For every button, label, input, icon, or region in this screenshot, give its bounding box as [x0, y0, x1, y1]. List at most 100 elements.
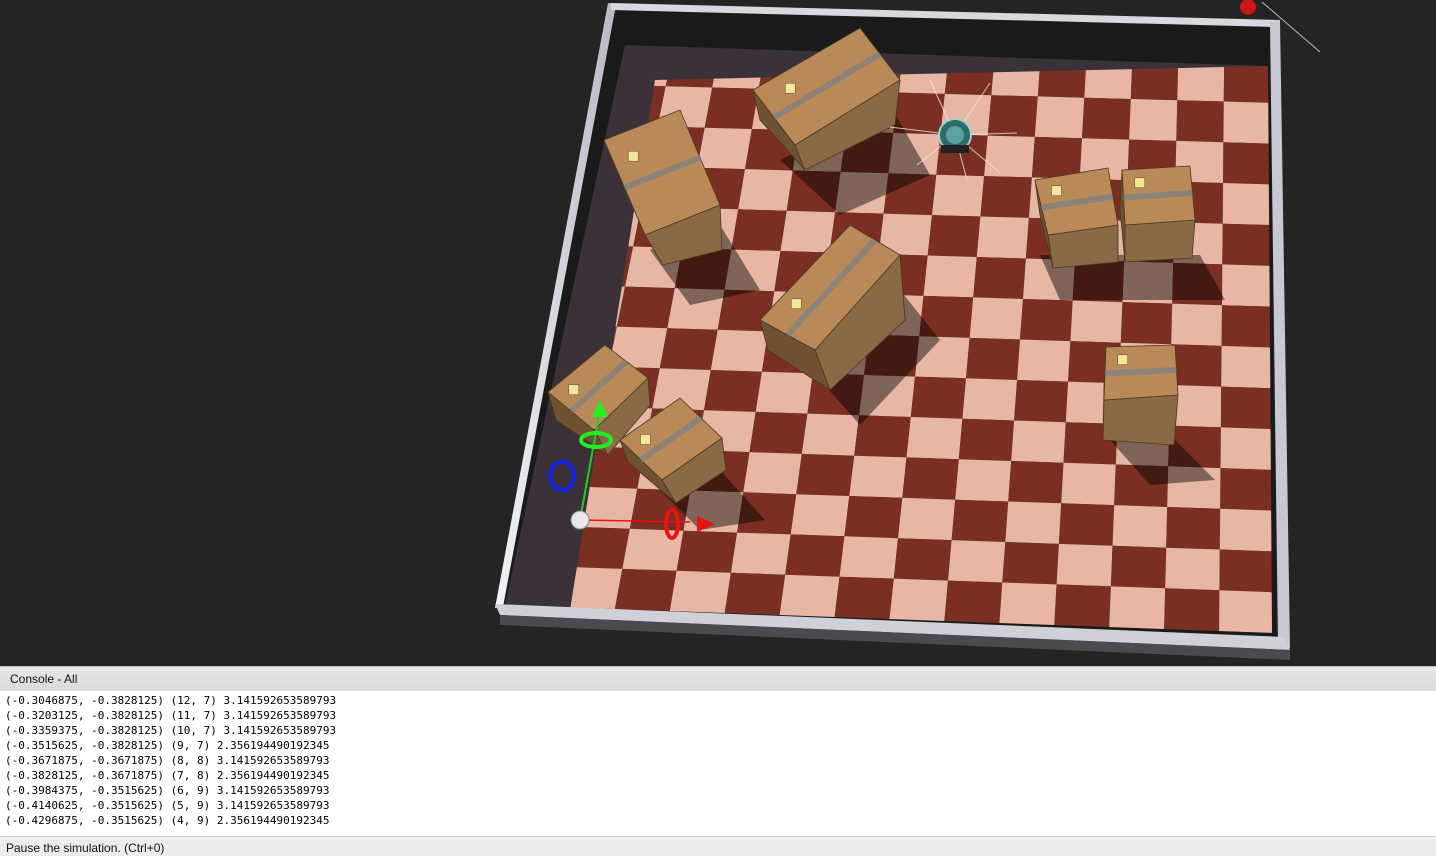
floor-tile: [973, 257, 1026, 299]
floor-tile: [898, 497, 956, 541]
floor-tile: [1219, 590, 1272, 633]
floor-tile: [710, 329, 769, 372]
floor-tile: [1005, 501, 1062, 544]
floor-tile: [1017, 339, 1071, 382]
floor-tile: [948, 540, 1006, 583]
floor-tile: [1171, 303, 1222, 346]
floor-tile: [889, 578, 948, 621]
box-label: [790, 298, 802, 310]
floor-tile: [724, 572, 786, 615]
floor-tile: [780, 210, 836, 253]
floor-tile: [1170, 344, 1222, 387]
floor-tile: [1014, 380, 1069, 423]
console-line: (-0.3828125, -0.3671875) (7, 8) 2.356194…: [5, 769, 330, 782]
floor-tile: [1008, 461, 1064, 504]
floor-tile: [1070, 300, 1123, 343]
floor-tile: [790, 494, 850, 537]
floor-tile: [980, 176, 1032, 218]
floor-tile: [616, 286, 675, 329]
floor-tile: [1220, 427, 1272, 470]
floor-tile: [1222, 264, 1272, 307]
floor-tile: [1020, 299, 1073, 342]
floor-tile: [1222, 183, 1272, 226]
floor-tile: [839, 536, 898, 579]
cardboard-box[interactable]: [1102, 344, 1179, 446]
floor-tile: [1031, 136, 1082, 179]
floor-tile: [1176, 100, 1224, 143]
floor-tile: [932, 174, 985, 217]
box-label: [640, 434, 651, 445]
floor-tile: [906, 417, 963, 460]
floor-tile: [749, 411, 808, 454]
floor-tile: [1220, 386, 1272, 430]
floor-tile: [834, 576, 894, 619]
floor-tile: [1112, 505, 1168, 548]
floor-tile: [1219, 549, 1272, 593]
floor-tile: [1058, 503, 1115, 546]
gizmo-origin[interactable]: [570, 510, 590, 530]
floor-tile: [902, 457, 959, 500]
floor-tile: [951, 499, 1009, 542]
floor-tile: [1061, 462, 1116, 506]
box-label: [784, 82, 796, 94]
floor-tile: [962, 378, 1018, 421]
console-panel[interactable]: (-0.3046875, -0.3828125) (12, 7) 3.14159…: [0, 691, 1436, 836]
floor-tile: [1054, 584, 1111, 627]
floor-tile: [976, 216, 1029, 259]
floor-tile: [910, 376, 966, 419]
floor-tile: [697, 127, 752, 170]
scene-canvas[interactable]: [0, 0, 1436, 666]
floor-tile: [1221, 345, 1272, 389]
floor-tile: [1222, 223, 1272, 266]
floor-tile: [796, 453, 855, 496]
floor-tile: [1219, 508, 1272, 552]
floor-tile: [704, 87, 759, 129]
floor-tile: [893, 538, 952, 581]
console-title: Console - All: [10, 672, 78, 686]
floor-tile: [801, 413, 860, 456]
floor-tile: [704, 370, 762, 412]
floor-tile: [755, 371, 813, 414]
floor-tile: [958, 418, 1015, 461]
box-face-side: [1124, 219, 1196, 263]
cardboard-box[interactable]: [1119, 165, 1196, 263]
floor-tile: [1165, 547, 1220, 591]
floor-tile: [779, 574, 840, 617]
floor-tile: [669, 570, 731, 613]
status-bar: Pause the simulation. (Ctrl+0): [0, 836, 1436, 856]
floor-tile: [731, 209, 787, 251]
simulation-viewport[interactable]: [0, 0, 1436, 666]
floor-tile: [1164, 588, 1220, 631]
box-label: [1051, 185, 1062, 197]
floor-tile: [944, 580, 1003, 623]
box-tape: [1104, 367, 1177, 377]
console-line: (-0.3359375, -0.3828125) (10, 7) 3.14159…: [5, 724, 337, 737]
floor-tile: [1221, 305, 1272, 348]
floor-tile: [743, 452, 802, 495]
floor-tile: [1223, 101, 1271, 144]
console-line: (-0.3515625, -0.3828125) (9, 7) 2.356194…: [5, 739, 330, 752]
console-line: (-0.4296875, -0.3515625) (4, 9) 2.356194…: [5, 814, 330, 827]
floor-tile: [1109, 586, 1166, 629]
floor-tile: [966, 337, 1020, 380]
floor-tile: [730, 532, 791, 575]
floor-tile: [923, 255, 977, 298]
console-header: Console - All: [0, 666, 1436, 691]
floor-tile: [1220, 468, 1272, 511]
box-label: [1117, 354, 1129, 366]
console-line: (-0.3046875, -0.3828125) (12, 7) 3.14159…: [5, 694, 337, 707]
floor-tile: [1166, 507, 1221, 550]
floor-tile: [659, 328, 718, 370]
console-line: (-0.4140625, -0.3515625) (5, 9) 3.141592…: [5, 799, 330, 812]
floor-tile: [614, 568, 677, 611]
box-label: [568, 384, 580, 396]
console-line: (-0.3203125, -0.3828125) (11, 7) 3.14159…: [5, 709, 337, 722]
floor-tile: [849, 455, 907, 498]
floor-tile: [1034, 96, 1085, 139]
floor-tile: [969, 297, 1023, 340]
floor-tile: [987, 95, 1038, 137]
console-line: (-0.3984375, -0.3515625) (6, 9) 3.141592…: [5, 784, 330, 797]
floor-tile: [1223, 66, 1271, 103]
floor-tile: [1056, 543, 1113, 587]
floor-tile: [1129, 99, 1178, 141]
